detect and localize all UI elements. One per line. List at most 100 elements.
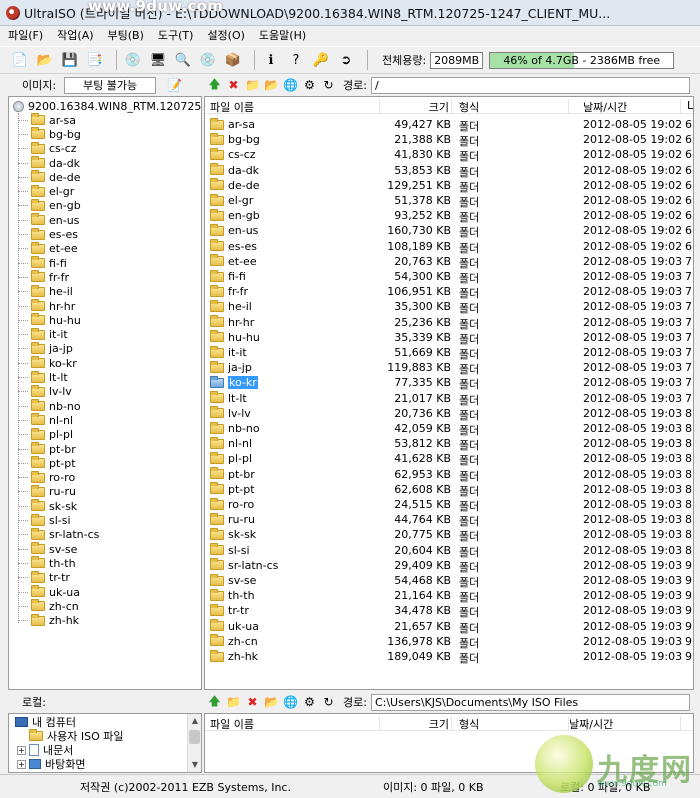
expand-icon[interactable]: + [17, 745, 26, 755]
local-file-list[interactable]: 파일 이름 크기 형식 날짜/시간 [204, 713, 694, 773]
local-refresh-icon[interactable]: ↻ [320, 694, 337, 711]
local-header-size[interactable]: 크기 [375, 716, 452, 731]
file-row[interactable]: zh-hk 189,049 KB 폴더 2012-08-05 19:03 9 [205, 649, 693, 665]
file-row[interactable]: tr-tr 34,478 KB 폴더 2012-08-05 19:03 9 [205, 603, 693, 619]
file-row[interactable]: zh-cn 136,978 KB 폴더 2012-08-05 19:03 9 [205, 634, 693, 650]
tree-folder-item[interactable]: sr-latn-cs [18, 527, 99, 542]
header-name[interactable]: 파일 이름 [210, 99, 380, 114]
tree-folder-item[interactable]: pl-pl [18, 427, 73, 442]
tree-folder-item[interactable]: uk-ua [18, 585, 80, 599]
file-row[interactable]: ro-ro 24,515 KB 폴더 2012-08-05 19:03 8 [205, 497, 693, 513]
menu-file[interactable]: 파일(F) [8, 27, 43, 43]
scroll-up-icon[interactable]: ▲ [188, 714, 201, 728]
local-tree[interactable]: 내 컴퓨터 사용자 ISO 파일 + 내문서 + 바탕화면 ▲ ▼ [8, 713, 202, 773]
tree-folder-item[interactable]: tr-tr [18, 570, 70, 585]
file-row[interactable]: sk-sk 20,775 KB 폴더 2012-08-05 19:03 8 [205, 527, 693, 543]
file-row[interactable]: nl-nl 53,812 KB 폴더 2012-08-05 19:03 8 [205, 436, 693, 452]
file-row[interactable]: nb-no 42,059 KB 폴더 2012-08-05 19:03 8 [205, 421, 693, 437]
make-image-icon[interactable]: 💿 [198, 50, 218, 70]
file-row[interactable]: he-il 35,300 KB 폴더 2012-08-05 19:03 7 [205, 299, 693, 315]
tree-folder-item[interactable]: zh-cn [18, 599, 79, 613]
tree-my-computer[interactable]: 내 컴퓨터 [15, 715, 76, 729]
tree-folder-item[interactable]: et-ee [18, 241, 78, 256]
file-row[interactable]: pt-pt 62,608 KB 폴더 2012-08-05 19:03 8 [205, 482, 693, 498]
file-row[interactable]: da-dk 53,853 KB 폴더 2012-08-05 19:02 6 [205, 163, 693, 179]
tree-folder-item[interactable]: hr-hr [18, 299, 75, 313]
boot-properties-icon[interactable]: 📝 [166, 77, 183, 94]
file-row[interactable]: th-th 21,164 KB 폴더 2012-08-05 19:03 9 [205, 588, 693, 604]
menu-options[interactable]: 설정(O) [207, 27, 244, 43]
file-row[interactable]: it-it 51,669 KB 폴더 2012-08-05 19:03 7 [205, 345, 693, 361]
tree-folder-item[interactable]: cs-cz [18, 141, 77, 156]
menu-bootable[interactable]: 부팅(B) [108, 27, 144, 43]
file-row[interactable]: lt-lt 21,017 KB 폴더 2012-08-05 19:03 7 [205, 391, 693, 407]
tree-folder-item[interactable]: it-it [18, 327, 68, 342]
tree-folder-item[interactable]: ja-jp [18, 341, 73, 356]
expand-icon[interactable]: + [17, 759, 26, 769]
local-up-arrow-icon[interactable]: 🡅 [206, 694, 223, 711]
capacity-value[interactable]: 2089MB [430, 51, 484, 69]
tree-folder-item[interactable]: sl-si [18, 513, 71, 527]
local-header-name[interactable]: 파일 이름 [210, 716, 380, 731]
tree-folder-item[interactable]: ro-ro [18, 470, 75, 485]
file-row[interactable]: de-de 129,251 KB 폴더 2012-08-05 19:02 6 [205, 178, 693, 194]
menu-help[interactable]: 도움말(H) [259, 27, 306, 43]
burn-icon[interactable]: 💿 [123, 50, 143, 70]
local-web-icon[interactable]: 🌐 [282, 694, 299, 711]
tree-desktop[interactable]: + 바탕화면 [17, 757, 85, 771]
tree-folder-item[interactable]: ru-ru [18, 484, 76, 499]
save-as-icon[interactable]: 📑 [85, 50, 105, 70]
file-row[interactable]: pt-br 62,953 KB 폴더 2012-08-05 19:03 8 [205, 467, 693, 483]
mount-icon[interactable]: 🖥 [148, 50, 168, 70]
file-row[interactable]: hr-hr 25,236 KB 폴더 2012-08-05 19:03 7 [205, 315, 693, 331]
tree-folder-item[interactable]: ar-sa [18, 113, 76, 127]
tree-folder-item[interactable]: da-dk [18, 156, 80, 170]
refresh-icon[interactable]: ↻ [320, 77, 337, 94]
file-row[interactable]: ru-ru 44,764 KB 폴더 2012-08-05 19:03 8 [205, 512, 693, 528]
file-row[interactable]: en-us 160,730 KB 폴더 2012-08-05 19:02 6 [205, 223, 693, 239]
new-folder-icon[interactable]: 📁 [244, 77, 261, 94]
local-header-type[interactable]: 형식 [459, 716, 569, 731]
file-row[interactable]: pl-pl 41,628 KB 폴더 2012-08-05 19:03 8 [205, 451, 693, 467]
header-size[interactable]: 크기 [375, 99, 452, 114]
file-row[interactable]: lv-lv 20,736 KB 폴더 2012-08-05 19:03 8 [205, 406, 693, 422]
tree-folder-item[interactable]: th-th [18, 556, 76, 570]
tree-root[interactable]: 9200.16384.WIN8_RTM.120725-124 [13, 99, 201, 113]
settings-icon[interactable]: ⚙ [301, 77, 318, 94]
file-list[interactable]: 파일 이름 크기 형식 날짜/시간 L ar-sa 49,427 KB 폴더 2012… [204, 96, 694, 690]
exit-icon[interactable]: ➲ [336, 50, 356, 70]
tree-folder-item[interactable]: sk-sk [18, 499, 77, 513]
delete-icon[interactable]: ✖ [225, 77, 242, 94]
tree-folder-item[interactable]: hu-hu [18, 313, 81, 327]
menu-actions[interactable]: 작업(A) [57, 27, 93, 43]
file-row[interactable]: cs-cz 41,830 KB 폴더 2012-08-05 19:02 6 [205, 147, 693, 163]
file-row[interactable]: es-es 108,189 KB 폴더 2012-08-05 19:02 6 [205, 239, 693, 255]
file-row[interactable]: fr-fr 106,951 KB 폴더 2012-08-05 19:03 7 [205, 284, 693, 300]
tree-folder-item[interactable]: ko-kr [18, 356, 77, 370]
file-row[interactable]: bg-bg 21,388 KB 폴더 2012-08-05 19:02 6 [205, 132, 693, 148]
file-row[interactable]: sr-latn-cs 29,409 KB 폴더 2012-08-05 19:03 9 [205, 558, 693, 574]
add-files-icon[interactable]: 📂 [263, 77, 280, 94]
tree-folder-item[interactable]: es-es [18, 227, 78, 241]
add-dir-icon[interactable]: 🌐 [282, 77, 299, 94]
header-extra[interactable]: L [687, 99, 693, 113]
tree-folder-item[interactable]: nl-nl [18, 413, 73, 427]
tree-folder-item[interactable]: zh-hk [18, 613, 79, 628]
file-row[interactable]: ko-kr 77,335 KB 폴더 2012-08-05 19:03 7 [205, 375, 693, 391]
local-header-date[interactable]: 날짜/시간 [569, 716, 681, 731]
file-row[interactable]: ar-sa 49,427 KB 폴더 2012-08-05 19:02 6 [205, 117, 693, 133]
file-row[interactable]: sv-se 54,468 KB 폴더 2012-08-05 19:03 9 [205, 573, 693, 589]
tree-folder-item[interactable]: pt-br [18, 442, 76, 456]
tree-folder-item[interactable]: he-il [18, 284, 73, 299]
info-icon[interactable]: ℹ [261, 50, 281, 70]
save-icon[interactable]: 💾 [60, 50, 80, 70]
file-row[interactable]: hu-hu 35,339 KB 폴더 2012-08-05 19:03 7 [205, 330, 693, 346]
tree-folder-item[interactable]: fi-fi [18, 256, 67, 270]
tree-folder-item[interactable]: lv-lv [18, 384, 72, 399]
tree-my-documents[interactable]: + 내문서 [17, 743, 73, 757]
tree-iso-files[interactable]: 사용자 ISO 파일 [29, 729, 123, 743]
scroll-down-icon[interactable]: ▼ [188, 758, 201, 772]
up-arrow-icon[interactable]: 🡅 [206, 77, 223, 94]
file-row[interactable]: el-gr 51,378 KB 폴더 2012-08-05 19:02 6 [205, 193, 693, 209]
file-row[interactable]: et-ee 20,763 KB 폴더 2012-08-05 19:03 7 [205, 254, 693, 270]
